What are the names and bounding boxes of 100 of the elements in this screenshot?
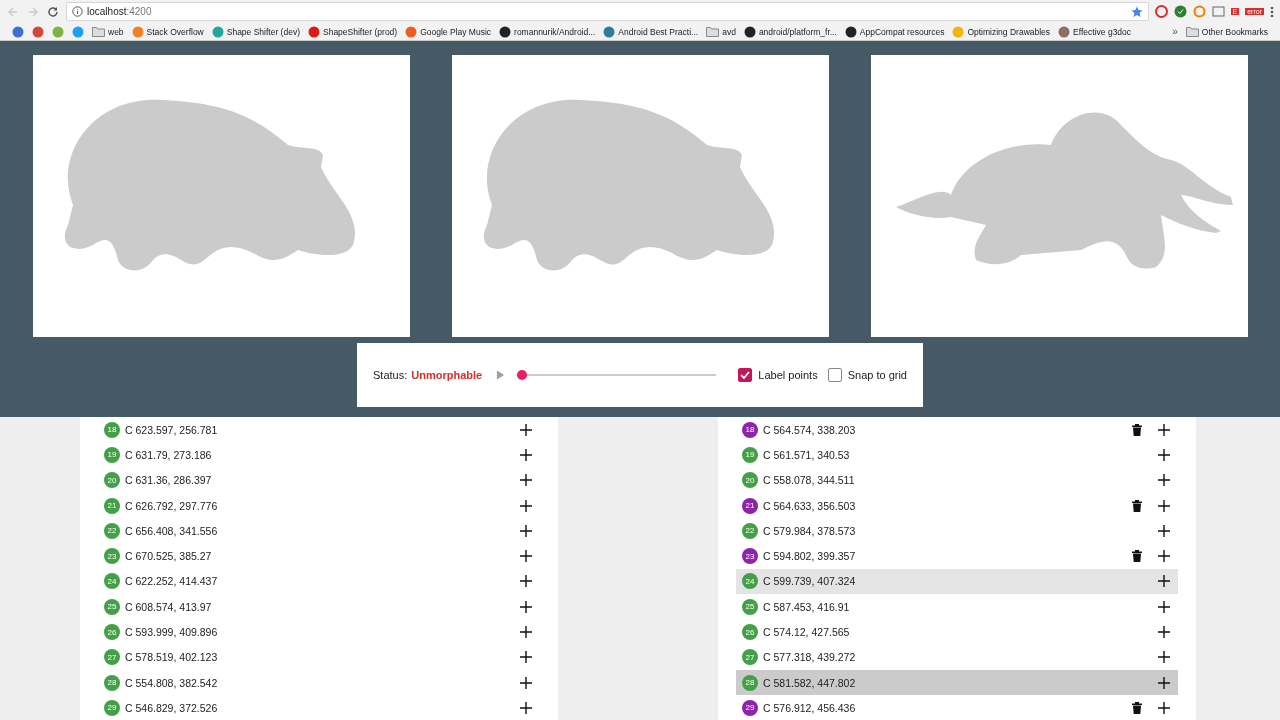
add-icon[interactable] (1158, 575, 1170, 588)
command-row[interactable]: 29 C 546.829, 372.526 (98, 695, 540, 720)
add-icon[interactable] (1158, 626, 1170, 638)
command-text: C 546.829, 372.526 (125, 701, 219, 714)
add-icon[interactable] (520, 448, 532, 461)
command-row[interactable]: 23 C 670.525, 385.27 (98, 543, 540, 569)
add-icon[interactable] (1158, 448, 1170, 461)
point-index: 18 (742, 421, 758, 438)
folder-icon (706, 26, 720, 37)
bookmark[interactable]: android/platform_fr... (743, 25, 837, 38)
more-bookmarks-button[interactable]: » (1172, 26, 1178, 37)
command-row[interactable]: 19 C 561.571, 340.53 (736, 442, 1178, 468)
add-icon[interactable] (1158, 701, 1170, 714)
add-icon[interactable] (520, 423, 532, 436)
checkbox-label[interactable]: Snap to grid (847, 369, 907, 381)
delete-icon[interactable] (1132, 423, 1142, 436)
command-row[interactable]: 21 C 626.792, 297.776 (98, 492, 540, 519)
add-icon[interactable] (520, 676, 532, 689)
status-value: Unmorphable (411, 369, 483, 381)
command-row[interactable]: 24 C 622.252, 414.437 (98, 568, 540, 595)
point-index: 21 (104, 497, 120, 514)
add-icon[interactable] (520, 524, 532, 537)
delete-icon[interactable] (1132, 550, 1142, 563)
bookmark[interactable]: Shape Shifter (dev) (211, 25, 300, 38)
add-icon[interactable] (1158, 651, 1170, 664)
point-index: 20 (104, 472, 120, 489)
point-index: 19 (104, 446, 120, 463)
slider-thumb[interactable] (517, 370, 528, 380)
bookmark[interactable]: Optimizing Drawables (952, 25, 1051, 38)
bookmark[interactable]: Android Best Practi... (603, 25, 699, 38)
add-icon[interactable] (1158, 499, 1170, 512)
point-index: 26 (104, 624, 120, 640)
command-row[interactable]: 26 C 574.12, 427.565 (736, 619, 1178, 645)
checkbox[interactable] (738, 368, 753, 382)
point-index: 28 (104, 674, 120, 691)
command-row[interactable]: 28 C 554.808, 382.542 (98, 669, 540, 696)
play-icon[interactable] (496, 370, 506, 380)
add-icon[interactable] (520, 600, 532, 613)
add-icon[interactable] (520, 626, 532, 638)
command-row[interactable]: 22 C 579.984, 378.573 (736, 518, 1178, 544)
command-text: C 670.525, 385.27 (125, 550, 213, 563)
command-row[interactable]: 20 C 631.36, 286.397 (98, 467, 540, 493)
bookmark[interactable]: ShapeShifter (prod) (308, 25, 398, 38)
command-row[interactable]: 19 C 631.79, 273.186 (98, 442, 540, 468)
command-text: C 574.12, 427.565 (763, 626, 851, 638)
command-row[interactable]: 25 C 587.453, 416.91 (736, 594, 1178, 620)
bookmark-icon[interactable] (32, 25, 44, 38)
command-text: C 656.408, 341.556 (125, 524, 219, 537)
command-row[interactable]: 18 C 623.597, 256.781 (98, 417, 540, 443)
command-row[interactable]: 26 C 593.999, 409.896 (98, 619, 540, 645)
command-row[interactable]: 23 C 594.802, 399.357 (736, 543, 1178, 569)
add-icon[interactable] (520, 499, 532, 512)
bookmark[interactable]: AppCompat resources (844, 25, 945, 38)
add-icon[interactable] (520, 651, 532, 664)
bookmark[interactable]: romannurik/Android... (499, 25, 596, 38)
add-icon[interactable] (1158, 423, 1170, 436)
command-row[interactable]: 29 C 576.912, 456.436 (736, 695, 1178, 720)
bookmark[interactable]: web (92, 26, 124, 37)
extension-icon[interactable] (1154, 5, 1168, 18)
add-icon[interactable] (520, 575, 532, 588)
bookmark[interactable]: Effective g3doc (1058, 25, 1132, 38)
command-row[interactable]: 21 C 564.633, 356.503 (736, 492, 1178, 519)
address-bar[interactable]: localhost:4200 (66, 2, 1149, 21)
menu-icon[interactable] (1270, 5, 1274, 18)
add-icon[interactable] (1158, 550, 1170, 563)
command-row[interactable]: 28 C 581.582, 447.802 (736, 669, 1178, 696)
bookmark-icon[interactable] (72, 25, 84, 38)
add-icon[interactable] (1158, 600, 1170, 613)
bookmark-icon[interactable] (12, 25, 24, 38)
command-row[interactable]: 24 C 599.739, 407.324 (736, 568, 1178, 595)
add-icon[interactable] (520, 474, 532, 487)
command-row[interactable]: 22 C 656.408, 341.556 (98, 518, 540, 544)
star-icon[interactable] (1130, 5, 1143, 18)
command-row[interactable]: 18 C 564.574, 338.203 (736, 417, 1178, 443)
reload-icon[interactable] (46, 4, 60, 19)
command-text: C 577.318, 439.272 (763, 651, 857, 664)
command-text: C 554.808, 382.542 (125, 676, 219, 689)
bookmark[interactable]: Other Bookmarks (1185, 26, 1268, 37)
point-index: 24 (742, 573, 758, 590)
add-icon[interactable] (1158, 524, 1170, 537)
command-row[interactable]: 27 C 577.318, 439.272 (736, 644, 1178, 670)
command-row[interactable]: 25 C 608.574, 413.97 (98, 594, 540, 620)
command-row[interactable]: 20 C 558.078, 344.511 (736, 467, 1178, 493)
point-index: 29 (104, 699, 120, 716)
add-icon[interactable] (1158, 474, 1170, 487)
delete-icon[interactable] (1132, 499, 1142, 512)
bookmark[interactable]: Stack Overflow (131, 25, 204, 38)
delete-icon[interactable] (1132, 701, 1142, 714)
checkbox-label[interactable]: Label points (758, 369, 818, 381)
info-icon (72, 6, 83, 17)
command-row[interactable]: 27 C 578.519, 402.123 (98, 644, 540, 670)
extension-icon[interactable] (1173, 5, 1187, 18)
checkbox[interactable] (827, 368, 842, 382)
url-port: :4200 (126, 6, 152, 17)
add-icon[interactable] (520, 550, 532, 563)
bookmark[interactable]: Google Play Music (405, 25, 492, 38)
add-icon[interactable] (520, 701, 532, 714)
command-text: C 622.252, 414.437 (125, 575, 219, 588)
add-icon[interactable] (1158, 676, 1170, 689)
bookmark[interactable]: avd (706, 26, 736, 37)
